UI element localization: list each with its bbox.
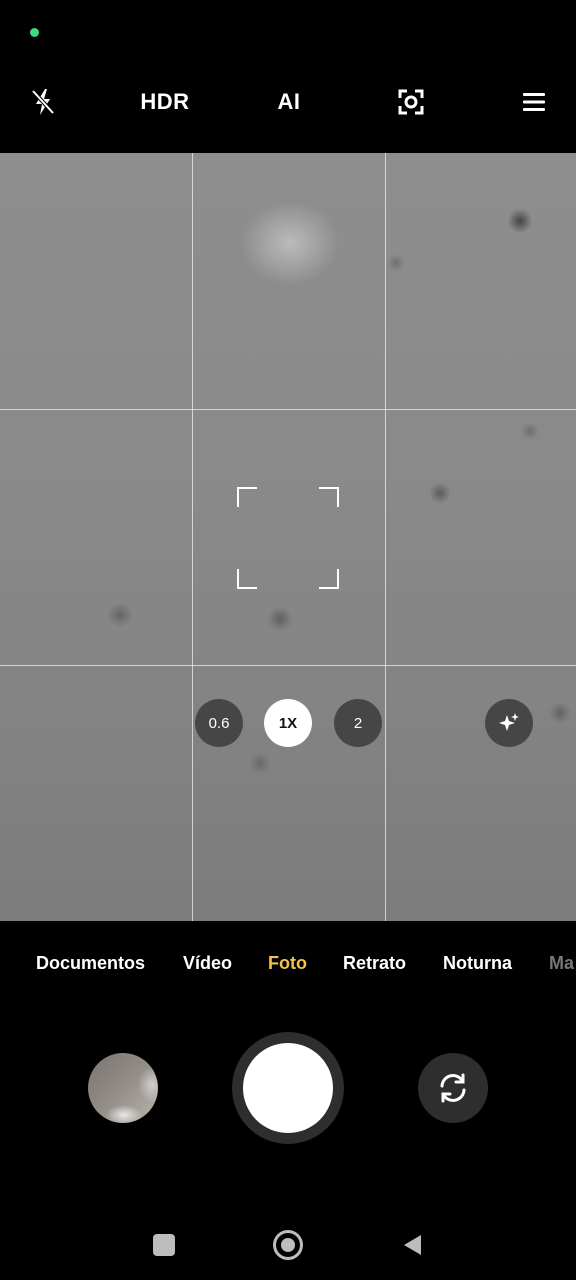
shutter-button-icon (243, 1043, 333, 1133)
zoom-2-button[interactable]: 2 (334, 699, 382, 747)
switch-camera-button[interactable] (418, 1053, 488, 1123)
mode-documentos[interactable]: Documentos (36, 953, 145, 974)
menu-icon[interactable] (518, 84, 550, 120)
hdr-button[interactable]: HDR (135, 84, 195, 120)
square-icon[interactable] (148, 1229, 180, 1261)
status-indicator (30, 28, 39, 37)
zoom-0-6-button[interactable]: 0.6 (195, 699, 243, 747)
mode-more[interactable]: Ma (549, 953, 574, 974)
shutter-button[interactable] (232, 1032, 344, 1144)
mode-retrato[interactable]: Retrato (343, 953, 406, 974)
grid-line (192, 153, 193, 921)
grid-line (0, 409, 576, 410)
ai-button[interactable]: AI (268, 84, 310, 120)
grid-line (385, 153, 386, 921)
system-navigation-bar (0, 1215, 576, 1275)
grid-line (0, 665, 576, 666)
mode-video[interactable]: Vídeo (183, 953, 232, 974)
triangle-back-icon[interactable] (396, 1229, 428, 1261)
mode-noturna[interactable]: Noturna (443, 953, 512, 974)
sparkle-filter-icon[interactable] (485, 699, 533, 747)
mode-foto[interactable]: Foto (268, 953, 307, 974)
camera-viewfinder[interactable] (0, 153, 576, 921)
circle-icon[interactable] (272, 1229, 304, 1261)
flash-off-icon[interactable] (28, 84, 58, 120)
focus-frame-icon[interactable] (395, 84, 427, 120)
focus-bracket-icon (237, 487, 339, 589)
zoom-1x-button[interactable]: 1X (264, 699, 312, 747)
mode-selector: Documentos Vídeo Foto Retrato Noturna Ma (0, 945, 576, 985)
switch-camera-icon (440, 1073, 466, 1103)
camera-toolbar: HDR AI (0, 70, 576, 134)
gallery-thumbnail[interactable] (88, 1053, 158, 1123)
